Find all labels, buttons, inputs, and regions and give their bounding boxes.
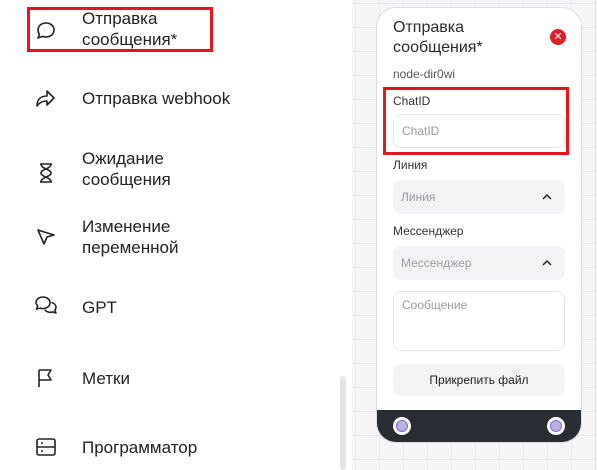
palette-item-send-webhook[interactable]: Отправка webhook (0, 84, 330, 112)
palette-item-label: Изменение переменной (82, 217, 179, 257)
palette-item-tags[interactable]: Метки (0, 364, 330, 392)
port-dot-icon (550, 420, 562, 432)
palette-item-wait-message[interactable]: Ожидание сообщения (0, 148, 330, 194)
line-select-value: Линия (401, 190, 436, 204)
node-palette-sidebar: Отправка сообщения* Отправка webhook Ожид… (0, 0, 352, 470)
palette-item-label: Ожидание сообщения (82, 149, 171, 189)
messenger-select[interactable]: Мессенджер (393, 246, 565, 280)
attach-file-button[interactable]: Прикрепить файл (393, 364, 565, 396)
node-id: node-dir0wi (393, 67, 456, 81)
port-dot-icon (396, 420, 408, 432)
chevron-up-icon (542, 259, 552, 266)
input-port[interactable] (393, 417, 411, 435)
message-textarea[interactable] (393, 291, 565, 351)
palette-item-gpt[interactable]: GPT (0, 293, 330, 321)
node-footer (377, 410, 581, 442)
close-icon[interactable]: ✕ (550, 29, 566, 45)
node-title: Отправка сообщения* (393, 19, 483, 56)
output-port[interactable] (547, 417, 565, 435)
palette-item-label: Отправка сообщения* (82, 9, 178, 49)
forward-arrow-icon (33, 85, 59, 111)
chat-bubble-icon (33, 18, 59, 44)
hourglass-icon (33, 160, 59, 186)
chat-id-label: ChatID (393, 94, 431, 108)
palette-item-send-message[interactable]: Отправка сообщения* (0, 6, 330, 54)
messenger-label: Мессенджер (393, 224, 464, 238)
line-select[interactable]: Линия (393, 180, 565, 214)
palette-item-programmer[interactable]: Программатор (0, 433, 330, 461)
palette-item-label: Программатор (82, 438, 198, 457)
flag-icon (33, 365, 59, 391)
chevron-up-icon (542, 193, 552, 200)
send-message-node[interactable]: Отправка сообщения* ✕ node-dir0wi ChatID … (376, 7, 582, 443)
chat-bubbles-icon (33, 293, 59, 319)
sidebar-scrollbar[interactable] (340, 376, 346, 470)
palette-item-label: Метки (82, 369, 130, 388)
palette-item-label: Отправка webhook (82, 89, 231, 108)
palette-item-change-variable[interactable]: Изменение переменной (0, 216, 330, 262)
cursor-arrow-icon (33, 224, 59, 250)
line-label: Линия (393, 158, 428, 172)
messenger-select-value: Мессенджер (401, 256, 472, 270)
server-icon (33, 434, 59, 460)
chat-id-input[interactable] (393, 114, 565, 148)
palette-item-label: GPT (82, 298, 117, 317)
